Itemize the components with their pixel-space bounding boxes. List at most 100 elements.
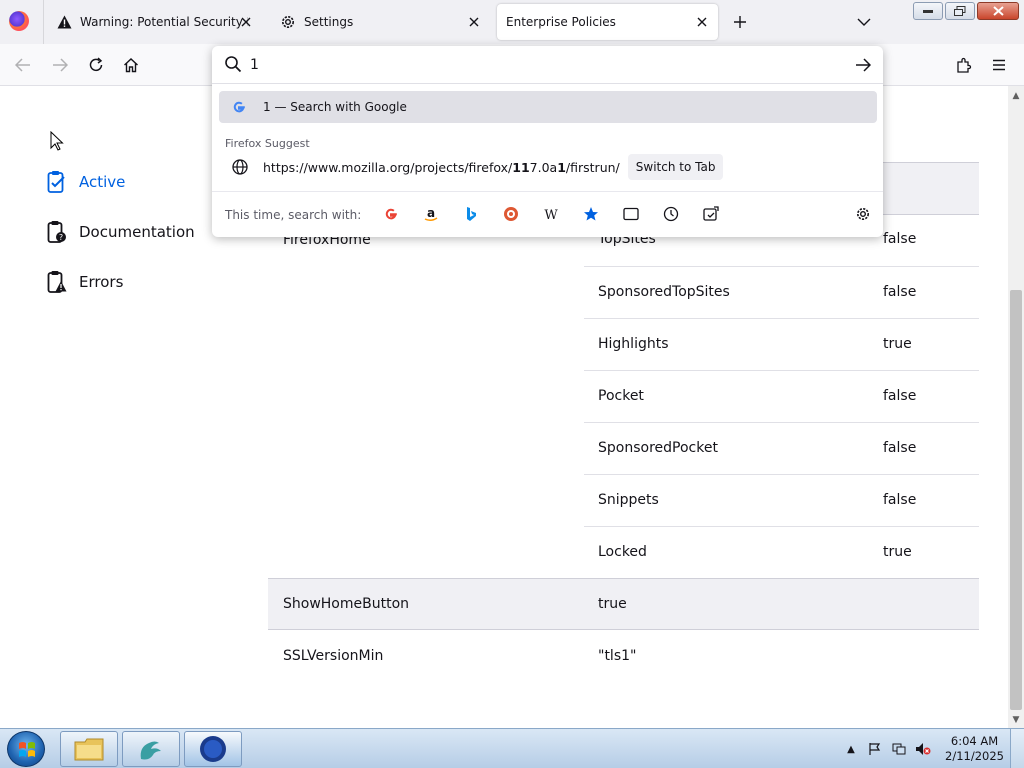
policy-name: ShowHomeButton	[283, 596, 410, 612]
table-subrow: Highlights true	[584, 318, 979, 370]
show-desktop-button[interactable]	[1010, 729, 1024, 768]
show-hidden-icons-icon[interactable]: ▲	[843, 741, 859, 757]
chevron-down-icon	[857, 18, 871, 26]
window-close-button[interactable]	[977, 2, 1019, 20]
google-icon	[231, 99, 247, 115]
close-icon[interactable]	[238, 14, 254, 30]
sidebar-item-active[interactable]: Active	[46, 167, 125, 197]
arrow-left-icon	[15, 58, 30, 72]
gear-icon	[280, 14, 296, 30]
reload-button[interactable]	[85, 54, 107, 76]
back-button[interactable]	[12, 54, 34, 76]
sidebar-item-label: Active	[79, 173, 126, 191]
policy-value: false	[883, 284, 917, 300]
list-all-tabs-button[interactable]	[855, 13, 873, 31]
urlbar-popup: 1 — Search with Google Firefox Suggest h…	[212, 46, 883, 237]
globe-icon	[232, 159, 248, 175]
hamburger-icon	[993, 59, 1005, 71]
policy-key: Snippets	[598, 492, 659, 508]
forward-button[interactable]	[49, 54, 71, 76]
close-icon[interactable]	[694, 14, 710, 30]
tab-security-warning[interactable]: Warning: Potential Security Risk Ahead	[50, 4, 262, 40]
restore-button[interactable]	[945, 2, 975, 20]
history-icon[interactable]	[660, 203, 682, 225]
search-icon	[225, 56, 242, 73]
taskbar-app-button[interactable]	[122, 731, 180, 767]
google-icon[interactable]	[380, 203, 402, 225]
svg-text:a: a	[427, 206, 435, 220]
scrollbar-thumb[interactable]	[1010, 290, 1022, 710]
search-with-google-result[interactable]: 1 — Search with Google	[219, 91, 877, 123]
taskbar-firefox-button[interactable]	[184, 731, 242, 767]
switch-to-tab-button[interactable]: Switch to Tab	[627, 154, 724, 180]
policy-value: false	[883, 388, 917, 404]
new-tab-button[interactable]	[730, 12, 750, 32]
plus-icon	[734, 16, 746, 28]
close-icon	[992, 6, 1004, 16]
amazon-icon[interactable]: a	[420, 203, 442, 225]
table-subrow: Snippets false	[584, 474, 979, 526]
urlbar	[212, 46, 883, 84]
svg-text:?: ?	[59, 233, 63, 242]
window-controls	[911, 2, 1019, 20]
policy-value: false	[883, 231, 917, 247]
puzzle-icon	[957, 57, 972, 73]
tab-title: Warning: Potential Security Risk Ahead	[80, 15, 248, 29]
warning-icon	[56, 14, 72, 30]
firefox-view-icon[interactable]	[9, 11, 29, 31]
tab-title: Enterprise Policies	[506, 15, 616, 29]
wikipedia-icon[interactable]: W	[540, 203, 562, 225]
bing-icon[interactable]	[460, 203, 482, 225]
scroll-up-button[interactable]: ▲	[1008, 88, 1024, 104]
firefox-suggest-result[interactable]: https://www.mozilla.org/projects/firefox…	[219, 151, 877, 183]
extensions-button[interactable]	[953, 54, 975, 76]
table-row-sslversionmin: SSLVersionMin "tls1"	[268, 631, 979, 683]
close-icon[interactable]	[466, 14, 482, 30]
tabs-icon[interactable]	[620, 203, 642, 225]
table-subrow: Pocket false	[584, 370, 979, 422]
policy-value: true	[883, 544, 912, 560]
policy-value: "tls1"	[598, 648, 637, 664]
start-button[interactable]	[7, 731, 45, 767]
taskbar-explorer-button[interactable]	[60, 731, 118, 767]
policy-name: SSLVersionMin	[283, 648, 384, 664]
bookmarks-icon[interactable]	[580, 203, 602, 225]
tab-enterprise-policies[interactable]: Enterprise Policies	[497, 4, 718, 40]
app-menu-button[interactable]	[988, 54, 1010, 76]
home-button[interactable]	[120, 54, 142, 76]
url-input[interactable]	[250, 54, 830, 76]
restore-icon	[954, 6, 966, 16]
policy-value: false	[883, 492, 917, 508]
duckduckgo-icon[interactable]	[500, 203, 522, 225]
sidebar-item-label: Documentation	[79, 223, 195, 241]
policy-key: SponsoredPocket	[598, 440, 718, 456]
flag-icon[interactable]	[867, 741, 883, 757]
policy-value: true	[883, 336, 912, 352]
windows-logo-icon	[19, 742, 35, 757]
tab-settings[interactable]: Settings	[272, 4, 490, 40]
folder-icon	[74, 738, 104, 761]
tab-title: Settings	[304, 15, 354, 29]
network-icon[interactable]	[891, 741, 907, 757]
sidebar-item-label: Errors	[79, 273, 124, 291]
clipboard-question-icon: ?	[46, 219, 68, 245]
table-subrow: Locked true	[584, 526, 979, 578]
clock[interactable]: 6:04 AM 2/11/2025	[945, 734, 1004, 764]
table-row-showhomebutton: ShowHomeButton true	[268, 578, 979, 630]
minimize-button[interactable]	[913, 2, 943, 20]
clipboard-warning-icon	[46, 269, 68, 295]
svg-text:W: W	[544, 208, 558, 221]
go-button[interactable]	[853, 55, 873, 75]
volume-muted-icon[interactable]	[915, 741, 931, 757]
suggest-heading: Firefox Suggest	[225, 137, 310, 150]
tab-strip: Warning: Potential Security Risk Ahead S…	[0, 0, 1024, 44]
sidebar-item-errors[interactable]: Errors	[46, 267, 123, 297]
result-query: 1	[263, 100, 271, 114]
sidebar-item-documentation[interactable]: ? Documentation	[46, 217, 195, 247]
actions-icon[interactable]	[700, 203, 722, 225]
search-settings-gear-icon[interactable]	[852, 203, 874, 225]
windows-taskbar: ▲ 6:04 AM 2/11/2025	[0, 728, 1024, 768]
tab-separator	[43, 0, 44, 44]
scroll-down-button[interactable]: ▼	[1008, 712, 1024, 728]
minimize-icon	[923, 10, 933, 13]
